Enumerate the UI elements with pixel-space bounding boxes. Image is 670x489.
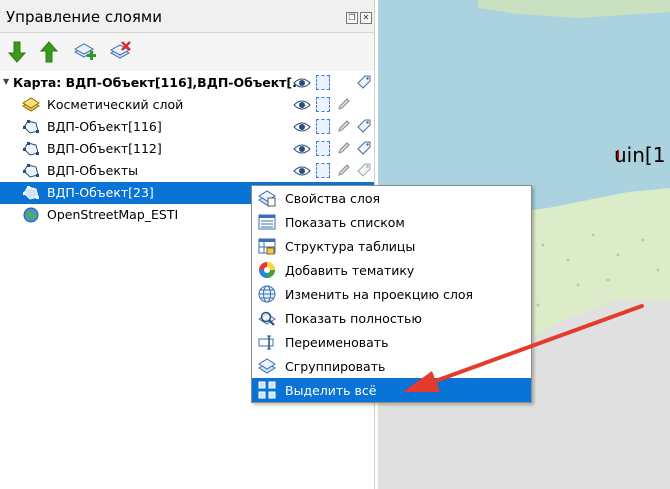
add-layer-icon — [73, 43, 96, 60]
edit-pencil-icon[interactable] — [336, 140, 352, 156]
remove-layer-icon — [109, 41, 131, 59]
panel-title: Управление слоями — [6, 8, 162, 26]
menu-item-add-thematic[interactable]: Добавить тематику — [252, 258, 531, 282]
collapse-icon[interactable]: ▼ — [3, 77, 9, 86]
layer-label: Косметический слой — [47, 97, 184, 112]
restore-icon[interactable]: ❐ — [346, 12, 358, 24]
selectable-toggle-icon[interactable] — [316, 75, 330, 90]
edit-pencil-icon[interactable] — [336, 118, 352, 134]
menu-item-select-all[interactable]: Выделить всё — [252, 378, 531, 402]
list-view-icon — [258, 214, 276, 230]
visibility-eye-icon[interactable] — [293, 98, 311, 112]
move-layer-down-button[interactable] — [4, 39, 30, 65]
menu-item-change-projection[interactable]: Изменить на проекцию слоя — [252, 282, 531, 306]
layer-properties-icon — [258, 190, 276, 207]
layer-row[interactable]: ВДП-Объект[116] — [0, 116, 374, 138]
visibility-eye-icon[interactable] — [293, 164, 311, 178]
remove-layer-button[interactable] — [108, 39, 134, 65]
visibility-eye-icon[interactable] — [293, 76, 311, 90]
vector-layer-icon — [23, 164, 39, 178]
cosmetic-layer-icon — [22, 97, 40, 112]
select-all-icon — [258, 381, 276, 399]
menu-item-group[interactable]: Сгруппировать — [252, 354, 531, 378]
vector-layer-icon — [23, 120, 39, 134]
layer-label: OpenStreetMap_ESTI — [47, 207, 179, 222]
move-layer-up-button[interactable] — [36, 39, 62, 65]
panel-header: Управление слоями ❐ ✕ — [0, 0, 374, 33]
group-icon — [258, 358, 276, 374]
edit-pencil-icon[interactable] — [336, 96, 352, 112]
label-tag-icon[interactable] — [356, 140, 372, 156]
menu-item-layer-properties[interactable]: Свойства слоя — [252, 186, 531, 210]
visibility-eye-icon[interactable] — [293, 142, 311, 156]
layer-label: ВДП-Объект[23] — [47, 185, 154, 200]
selectable-toggle-icon[interactable] — [316, 163, 330, 178]
menu-item-zoom-extent[interactable]: Показать полностью — [252, 306, 531, 330]
vector-layer-icon — [23, 142, 39, 156]
layer-label: ВДП-Объекты — [47, 163, 139, 178]
layer-label: ВДП-Объект[112] — [47, 141, 162, 156]
edit-pencil-icon[interactable] — [336, 162, 352, 178]
selectable-toggle-icon[interactable] — [316, 97, 330, 112]
layer-row[interactable]: Косметический слой — [0, 94, 374, 116]
arrow-up-icon — [39, 41, 59, 63]
selectable-toggle-icon[interactable] — [316, 119, 330, 134]
layer-group-row[interactable]: ▼ Карта: ВДП-Объект[116],ВДП-Объект[... — [0, 72, 374, 94]
layer-row[interactable]: ВДП-Объект[112] — [0, 138, 374, 160]
layer-label: ВДП-Объект[116] — [47, 119, 162, 134]
menu-item-show-list[interactable]: Показать списком — [252, 210, 531, 234]
layer-row[interactable]: ВДП-Объекты — [0, 160, 374, 182]
layer-group-label: Карта: ВДП-Объект[116],ВДП-Объект[... — [13, 75, 307, 90]
label-tag-icon[interactable] — [356, 74, 372, 90]
add-layer-button[interactable] — [72, 39, 98, 65]
projection-icon — [258, 285, 276, 303]
vector-layer-icon — [23, 186, 39, 200]
zoom-extent-icon — [258, 311, 276, 326]
menu-item-table-structure[interactable]: Структура таблицы — [252, 234, 531, 258]
table-structure-icon — [258, 238, 276, 255]
label-tag-icon[interactable] — [356, 162, 372, 178]
thematic-icon — [259, 262, 275, 278]
panel-toolbar — [0, 33, 374, 71]
close-icon[interactable]: ✕ — [360, 12, 372, 24]
label-tag-icon[interactable] — [356, 118, 372, 134]
layer-context-menu: Свойства слоя Показать списком Структура… — [251, 185, 532, 403]
visibility-eye-icon[interactable] — [293, 120, 311, 134]
rename-icon — [258, 335, 274, 350]
globe-icon — [23, 207, 39, 223]
menu-item-rename[interactable]: Переименовать — [252, 330, 531, 354]
selectable-toggle-icon[interactable] — [316, 141, 330, 156]
map-object-label: uin[1 — [614, 143, 666, 167]
arrow-down-icon — [7, 41, 27, 63]
